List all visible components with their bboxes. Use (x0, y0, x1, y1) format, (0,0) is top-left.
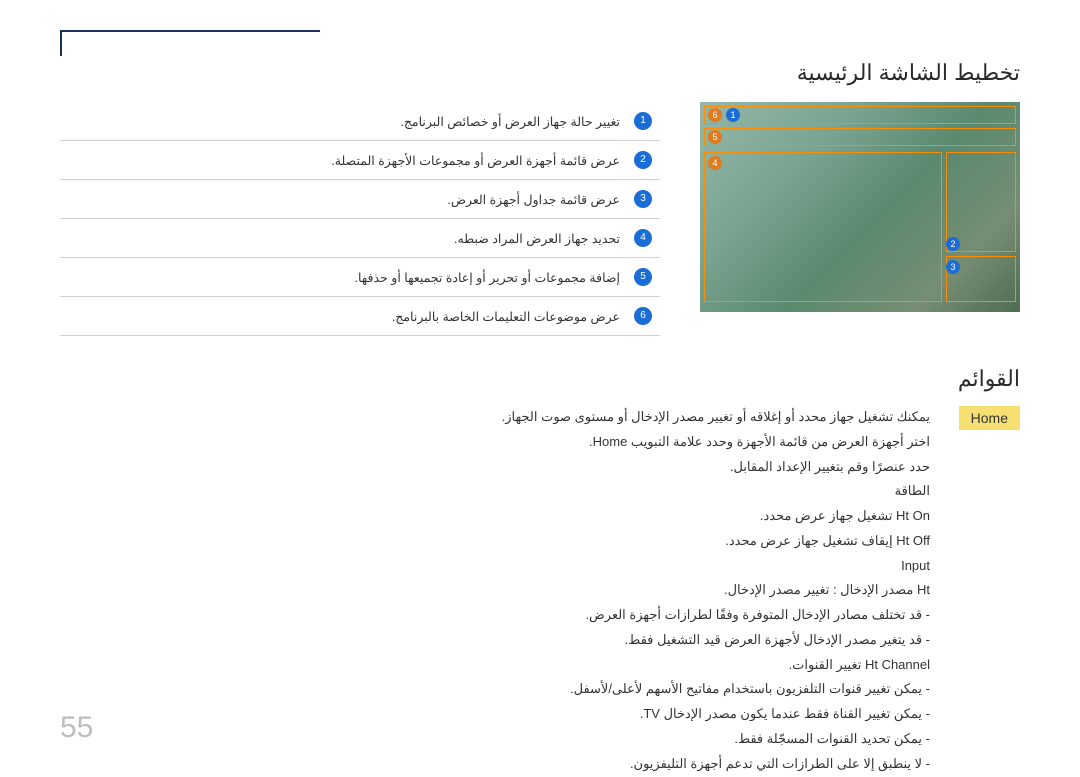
page-number: 55 (60, 711, 93, 745)
menu-line: Ht مصدر الإدخال : تغيير مصدر الإدخال. (60, 579, 930, 602)
callout-4: 4 (708, 156, 722, 170)
menu-line: اختر أجهزة العرض من قائمة الأجهزة وحدد ع… (60, 431, 930, 454)
legend-number-2: 2 (634, 151, 652, 169)
menu-line: - يمكن تحديد القنوات المسجّلة فقط. (60, 728, 930, 751)
legend-text: إضافة مجموعات أو تحرير أو إعادة تجميعها … (60, 258, 626, 297)
menu-line: يمكنك تشغيل جهاز محدد أو إغلاقه أو تغيير… (60, 406, 930, 429)
menu-line: - يمكن تغيير القناة فقط عندما يكون مصدر … (60, 703, 930, 726)
menu-line: - قد تختلف مصادر الإدخال المتوفرة وفقًا … (60, 604, 930, 627)
callout-3: 3 (946, 260, 960, 274)
layout-row: 1 تغيير حالة جهاز العرض أو خصائص البرنامج… (60, 102, 1020, 336)
menu-line: حدد عنصرًا وقم بتغيير الإعداد المقابل. (60, 456, 930, 479)
legend-row: 1 تغيير حالة جهاز العرض أو خصائص البرنامج… (60, 102, 660, 141)
legend-row: 4 تحديد جهاز العرض المراد ضبطه. (60, 219, 660, 258)
menu-line: Input (60, 555, 930, 578)
legend-text: عرض قائمة أجهزة العرض أو مجموعات الأجهزة… (60, 141, 626, 180)
legend-text: تحديد جهاز العرض المراد ضبطه. (60, 219, 626, 258)
menu-line: Ht Off إيقاف تشغيل جهاز عرض محدد. (60, 530, 930, 553)
legend-text: تغيير حالة جهاز العرض أو خصائص البرنامج. (60, 102, 626, 141)
legend-row: 3 عرض قائمة جداول أجهزة العرض. (60, 180, 660, 219)
menu-line: - لا ينطبق إلا على الطرازات التي تدعم أج… (60, 753, 930, 776)
legend-number-1: 1 (634, 112, 652, 130)
menu-line: الطاقة (60, 480, 930, 503)
menu-line: - قد يتغير مصدر الإدخال لأجهزة العرض قيد… (60, 629, 930, 652)
menu-line: Ht On تشغيل جهاز عرض محدد. (60, 505, 930, 528)
legend-number-6: 6 (634, 307, 652, 325)
callout-6: 6 (708, 108, 722, 122)
menus-title: القوائم (60, 366, 1020, 392)
callout-1: 1 (726, 108, 740, 122)
corner-rule (60, 30, 320, 56)
section-title: تخطيط الشاشة الرئيسية (60, 60, 1020, 86)
menu-line: - يمكن تغيير قنوات التلفزيون باستخدام مف… (60, 678, 930, 701)
menu-line: Ht Channel تغيير القنوات. (60, 654, 930, 677)
callout-2: 2 (946, 237, 960, 251)
legend-table: 1 تغيير حالة جهاز العرض أو خصائص البرنامج… (60, 102, 660, 336)
legend-row: 6 عرض موضوعات التعليمات الخاصة بالبرنامج. (60, 297, 660, 336)
legend-number-3: 3 (634, 190, 652, 208)
menu-body: يمكنك تشغيل جهاز محدد أو إغلاقه أو تغيير… (60, 406, 930, 777)
legend-number-5: 5 (634, 268, 652, 286)
home-tab[interactable]: Home (959, 406, 1020, 430)
legend-row: 5 إضافة مجموعات أو تحرير أو إعادة تجميعها… (60, 258, 660, 297)
legend-number-4: 4 (634, 229, 652, 247)
layout-screenshot: 6 1 5 4 2 3 (700, 102, 1020, 312)
legend-row: 2 عرض قائمة أجهزة العرض أو مجموعات الأجهز… (60, 141, 660, 180)
legend-text: عرض موضوعات التعليمات الخاصة بالبرنامج. (60, 297, 626, 336)
callout-5: 5 (708, 130, 722, 144)
legend-text: عرض قائمة جداول أجهزة العرض. (60, 180, 626, 219)
